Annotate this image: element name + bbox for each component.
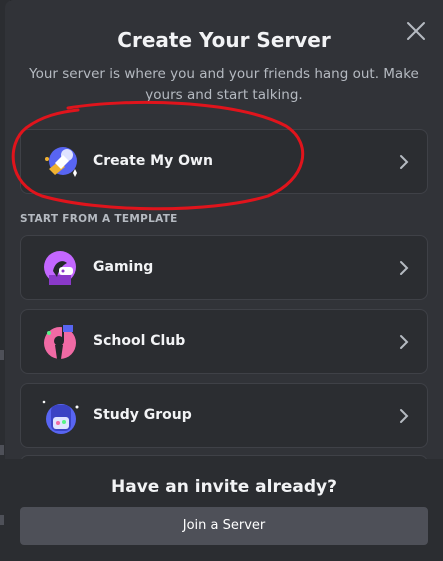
create-server-dialog: Create Your Server Your server is where … [5,0,443,561]
dialog-subtitle: Your server is where you and your friend… [29,66,419,103]
gaming-label: Gaming [93,259,154,275]
study-group-label: Study Group [93,407,192,423]
school-club-icon [39,321,81,363]
template-section-header: START FROM A TEMPLATE [20,213,178,225]
chevron-right-icon [399,260,409,276]
chevron-right-icon [399,408,409,424]
join-server-button[interactable]: Join a Server [20,507,428,545]
create-my-own-option[interactable]: Create My Own [20,129,428,194]
template-study-group-option[interactable]: Study Group [20,383,428,448]
gaming-icon [39,247,81,289]
school-club-label: School Club [93,333,186,349]
footer-title: Have an invite already? [111,477,337,497]
study-group-icon [39,395,81,437]
template-school-club-option[interactable]: School Club [20,309,428,374]
chevron-right-icon [399,154,409,170]
create-server-icon [39,141,81,183]
chevron-right-icon [399,334,409,350]
dialog-title: Create Your Server [117,28,331,52]
dialog-footer: Have an invite already? Join a Server [5,459,443,561]
create-my-own-label: Create My Own [93,153,213,169]
template-gaming-option[interactable]: Gaming [20,235,428,300]
